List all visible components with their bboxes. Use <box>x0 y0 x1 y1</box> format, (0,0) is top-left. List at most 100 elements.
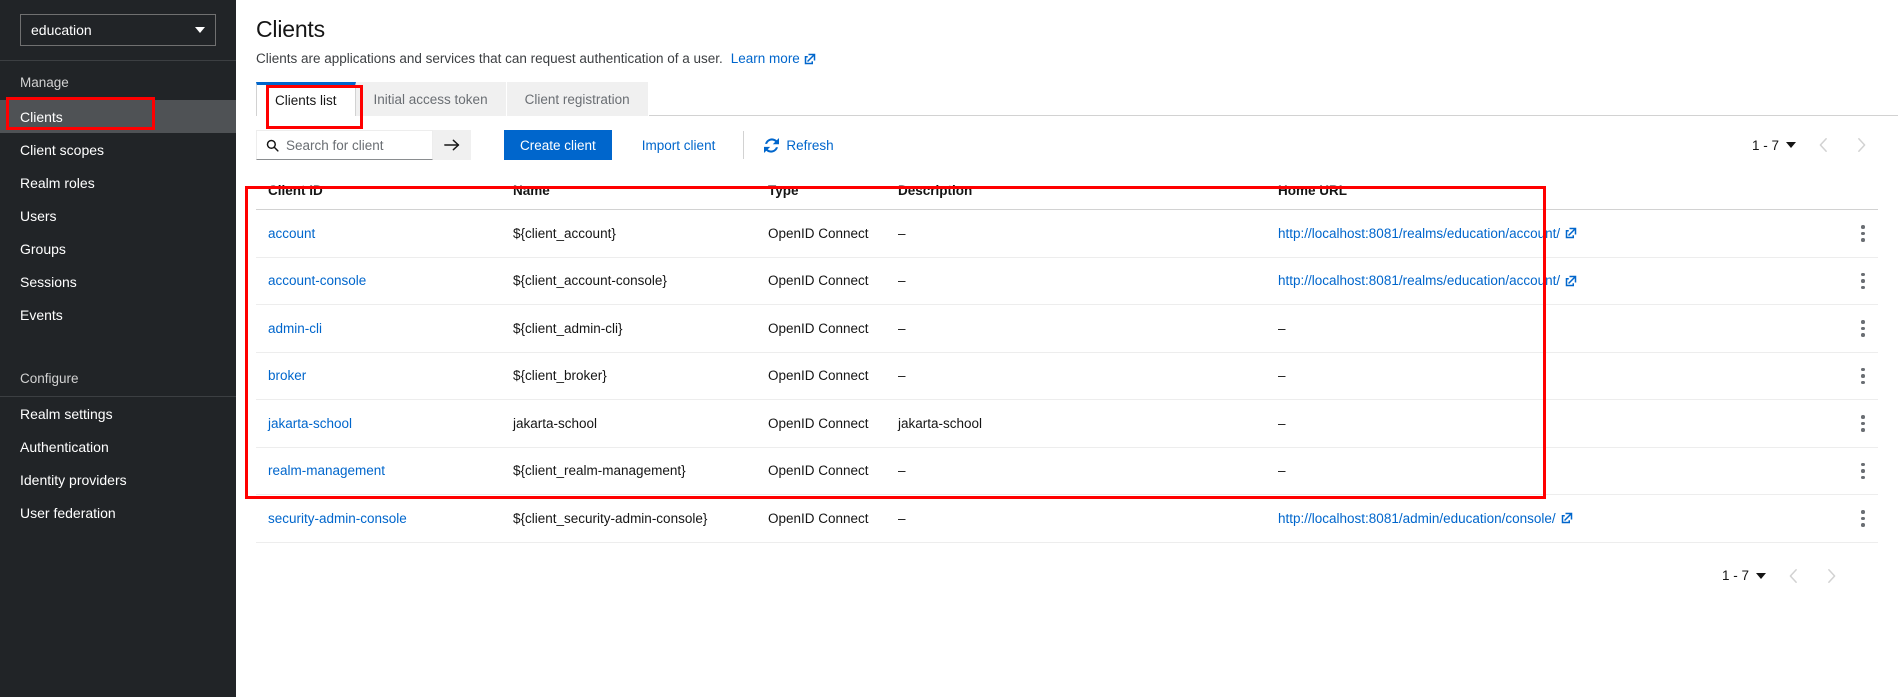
row-kebab-menu-button[interactable] <box>1848 316 1878 341</box>
sidebar-item-users[interactable]: Users <box>0 199 236 232</box>
cell-type: OpenID Connect <box>756 447 886 495</box>
row-kebab-menu-button[interactable] <box>1848 221 1878 246</box>
pagination-prev-button[interactable] <box>1806 130 1840 160</box>
search-submit-button[interactable] <box>433 130 471 160</box>
column-header-name[interactable]: Name <box>501 172 756 210</box>
search-input-wrap[interactable]: Search for client <box>256 130 433 160</box>
cell-description: – <box>886 352 1266 400</box>
cell-actions <box>1836 257 1878 305</box>
sidebar-item-label: Realm settings <box>20 405 113 422</box>
pagination-next-button[interactable] <box>1844 130 1878 160</box>
sidebar-item-realm-roles[interactable]: Realm roles <box>0 166 236 199</box>
sidebar-item-label: User federation <box>20 504 116 521</box>
pagination-range-toggle[interactable]: 1 - 7 <box>1716 568 1772 583</box>
column-header-client-id[interactable]: Client ID <box>256 172 501 210</box>
cell-client-id: security-admin-console <box>256 494 501 543</box>
home-url-link-wrap[interactable]: http://localhost:8081/realms/education/a… <box>1278 226 1577 241</box>
row-kebab-menu-button[interactable] <box>1848 269 1878 294</box>
bottom-pagination: 1 - 7 <box>256 543 1878 605</box>
tabs: Clients list Initial access token Client… <box>256 82 1898 116</box>
chevron-down-icon <box>1756 572 1766 579</box>
chevron-left-icon <box>1789 568 1797 583</box>
chevron-right-icon <box>1857 138 1865 152</box>
sidebar-item-groups[interactable]: Groups <box>0 232 236 265</box>
page-subtitle: Clients are applications and services th… <box>256 51 723 66</box>
clients-table-body: account ${client_account} OpenID Connect… <box>256 209 1878 543</box>
row-kebab-menu-button[interactable] <box>1848 411 1878 436</box>
cell-type: OpenID Connect <box>756 494 886 543</box>
column-header-description[interactable]: Description <box>886 172 1266 210</box>
column-header-home-url[interactable]: Home URL <box>1266 172 1836 210</box>
realm-selector[interactable]: education <box>20 14 216 46</box>
refresh-icon <box>764 137 780 153</box>
create-client-button[interactable]: Create client <box>504 130 612 160</box>
client-id-link[interactable]: account-console <box>268 273 366 288</box>
cell-home-url: http://localhost:8081/admin/education/co… <box>1266 494 1836 543</box>
tab-initial-access-token[interactable]: Initial access token <box>355 82 507 116</box>
sidebar-item-events[interactable]: Events <box>0 298 236 331</box>
sidebar-item-clients[interactable]: Clients <box>0 100 236 133</box>
home-url-link[interactable]: http://localhost:8081/admin/education/co… <box>1278 511 1556 526</box>
client-id-link[interactable]: realm-management <box>268 463 385 478</box>
sidebar-item-client-scopes[interactable]: Client scopes <box>0 133 236 166</box>
sidebar-item-label: Identity providers <box>20 471 127 488</box>
cell-client-id: broker <box>256 352 501 400</box>
cell-type: OpenID Connect <box>756 399 886 448</box>
keycloak-admin-console: education Manage Clients Client scopes R… <box>0 0 1898 697</box>
chevron-down-icon <box>195 27 205 33</box>
client-id-link[interactable]: broker <box>268 368 306 383</box>
cell-actions <box>1836 352 1878 400</box>
cell-name: ${client_security-admin-console} <box>501 494 756 543</box>
external-link-icon <box>1561 513 1572 524</box>
cell-client-id: realm-management <box>256 447 501 495</box>
pagination-next-button[interactable] <box>1814 561 1848 591</box>
sidebar-item-label: Groups <box>20 240 66 257</box>
home-url-link-wrap[interactable]: http://localhost:8081/admin/education/co… <box>1278 511 1573 526</box>
cell-description: – <box>886 209 1266 258</box>
client-id-link[interactable]: account <box>268 226 315 241</box>
cell-actions <box>1836 447 1878 495</box>
cell-client-id: jakarta-school <box>256 399 501 448</box>
pagination-range-toggle[interactable]: 1 - 7 <box>1746 138 1802 153</box>
table-row: security-admin-console ${client_security… <box>256 494 1878 543</box>
home-url-link-wrap[interactable]: http://localhost:8081/realms/education/a… <box>1278 273 1577 288</box>
row-kebab-menu-button[interactable] <box>1848 364 1878 389</box>
sidebar-item-user-federation[interactable]: User federation <box>0 496 236 529</box>
tab-client-registration[interactable]: Client registration <box>506 82 649 116</box>
client-id-link[interactable]: admin-cli <box>268 321 322 336</box>
sidebar-item-sessions[interactable]: Sessions <box>0 265 236 298</box>
pagination-prev-button[interactable] <box>1776 561 1810 591</box>
sidebar-item-identity-providers[interactable]: Identity providers <box>0 463 236 496</box>
cell-type: OpenID Connect <box>756 304 886 353</box>
home-url-link[interactable]: http://localhost:8081/realms/education/a… <box>1278 273 1560 288</box>
cell-description: – <box>886 304 1266 353</box>
row-kebab-menu-button[interactable] <box>1848 459 1878 484</box>
import-client-label: Import client <box>641 137 716 153</box>
import-client-button[interactable]: Import client <box>630 130 728 160</box>
cell-home-url: – <box>1266 304 1836 353</box>
refresh-label: Refresh <box>786 137 834 153</box>
row-kebab-menu-button[interactable] <box>1848 506 1878 531</box>
cell-client-id: admin-cli <box>256 304 501 353</box>
column-header-type[interactable]: Type <box>756 172 886 210</box>
client-id-link[interactable]: security-admin-console <box>268 511 407 526</box>
table-row: account ${client_account} OpenID Connect… <box>256 209 1878 258</box>
bottom-pagination-group: 1 - 7 <box>1716 561 1848 591</box>
tab-clients-list[interactable]: Clients list <box>256 82 356 116</box>
table-row: account-console ${client_account-console… <box>256 257 1878 305</box>
clients-table-wrap: Client ID Name Type Description Home URL… <box>236 172 1898 605</box>
cell-type: OpenID Connect <box>756 209 886 258</box>
sidebar-item-authentication[interactable]: Authentication <box>0 430 236 463</box>
page-subtitle-row: Clients are applications and services th… <box>256 51 1878 66</box>
external-link-icon <box>804 53 816 64</box>
sidebar-item-realm-settings[interactable]: Realm settings <box>0 397 236 430</box>
refresh-button[interactable]: Refresh <box>752 130 845 160</box>
home-url-link[interactable]: http://localhost:8081/realms/education/a… <box>1278 226 1560 241</box>
sidebar-item-label: Sessions <box>20 273 77 290</box>
table-header-row: Client ID Name Type Description Home URL <box>256 172 1878 210</box>
column-header-actions <box>1836 172 1878 210</box>
sidebar-item-label: Authentication <box>20 438 109 455</box>
client-id-link[interactable]: jakarta-school <box>268 416 352 431</box>
learn-more-link[interactable]: Learn more <box>731 51 816 66</box>
